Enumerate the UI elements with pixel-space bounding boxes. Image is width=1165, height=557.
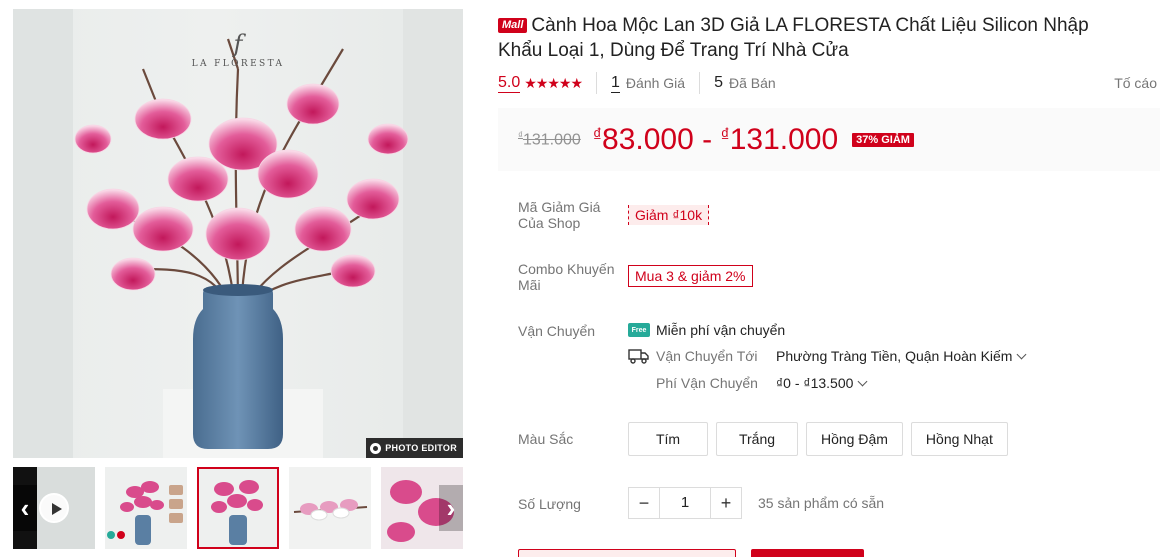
current-price-range: ₫83.000 - ₫131.000 <box>593 123 838 157</box>
thumbnail-image-2[interactable] <box>197 467 279 549</box>
magnolia-vase-photo <box>13 9 463 458</box>
color-option-tim[interactable]: Tím <box>628 422 708 456</box>
mall-badge: Mall <box>498 18 528 33</box>
ship-to-line: Vận Chuyển Tới Phường Tràng Tiền, Quận H… <box>628 348 1027 364</box>
thumbnail-image-1[interactable] <box>105 467 187 549</box>
rating-stars-icon: ★★★★★ <box>524 74 583 91</box>
ship-to-address: Phường Tràng Tiền, Quận Hoàn Kiếm <box>776 348 1013 364</box>
color-label: Màu Sắc <box>518 431 574 447</box>
color-option-hong-nhat[interactable]: Hồng Nhạt <box>910 422 1008 456</box>
quantity-decrease-button[interactable]: − <box>628 487 660 519</box>
brand-watermark: f LA FLORESTA <box>13 31 463 69</box>
price-max: 131.000 <box>729 122 839 156</box>
chevron-down-icon <box>857 376 868 387</box>
main-product-image[interactable]: f LA FLORESTA PHOTO EDITOR <box>13 9 463 458</box>
product-stats: 5.0 ★★★★★ 1 Đánh Giá 5 Đã Bán <box>498 72 1158 94</box>
price-separator: - <box>693 122 721 156</box>
camera-icon <box>370 442 382 454</box>
free-shipping-text: Miễn phí vận chuyển <box>656 322 786 338</box>
currency-symbol: ₫ <box>720 124 730 145</box>
discount-badge: 37% GIẢM <box>852 132 914 147</box>
price-box: ₫131.000 ₫83.000 - ₫131.000 37% GIẢM <box>498 108 1160 171</box>
free-shipping-icon: Free <box>628 323 650 337</box>
sold-count: 5 <box>714 74 723 91</box>
brand-logo-name: LA FLORESTA <box>191 59 285 69</box>
quantity-increase-button[interactable]: + <box>710 487 742 519</box>
thumbnail-3-graphic <box>289 467 371 549</box>
original-price-value: 131.000 <box>522 131 581 149</box>
rating-value[interactable]: 5.0 <box>498 74 521 93</box>
add-to-cart-button[interactable] <box>518 549 736 557</box>
thumbnail-2-graphic <box>199 469 277 547</box>
chevron-down-icon <box>1017 349 1027 360</box>
color-option-hong-dam[interactable]: Hồng Đậm <box>806 422 903 456</box>
shop-voucher-chip[interactable]: Giảm ₫10k <box>628 205 710 225</box>
truck-icon <box>628 349 649 364</box>
voucher-label: Mã Giảm Giá Của Shop <box>518 199 601 231</box>
shipping-label: Vận Chuyển <box>518 323 596 339</box>
currency-symbol: ₫ <box>592 124 603 145</box>
quantity-stepper: − 1 + 35 sản phẩm có sẵn <box>628 487 884 519</box>
sold-label: Đã Bán <box>728 75 776 91</box>
brand-logo-letter: f <box>233 30 243 58</box>
play-icon <box>39 493 69 523</box>
reviews-count[interactable]: 1 <box>611 74 620 93</box>
thumbnail-image-3[interactable] <box>289 467 371 549</box>
product-title-text: Cành Hoa Mộc Lan 3D Giả LA FLORESTA Chất… <box>498 15 1089 61</box>
ship-to-label: Vận Chuyển Tới <box>656 348 758 364</box>
stats-divider <box>596 72 598 94</box>
thumbnail-1-graphic <box>105 467 187 549</box>
price-min: 83.000 <box>602 122 694 156</box>
free-shipping-line: Free Miễn phí vận chuyển <box>628 322 785 338</box>
combo-deal-chip[interactable]: Mua 3 & giảm 2% <box>628 265 753 287</box>
reviews-label: Đánh Giá <box>625 75 686 91</box>
quantity-label: Số Lượng <box>518 496 581 512</box>
photo-editor-badge: PHOTO EDITOR <box>366 438 463 458</box>
ship-to-value[interactable]: Phường Tràng Tiền, Quận Hoàn Kiếm <box>776 348 1027 364</box>
stock-available: 35 sản phẩm có sẵn <box>758 495 885 511</box>
thumbnail-next-arrow[interactable]: › <box>439 485 463 531</box>
thumbnail-prev-arrow[interactable]: ‹ <box>13 485 37 531</box>
shipping-fee-value[interactable]: ₫0 - ₫13.500 <box>776 375 868 391</box>
shipping-fee-amount: ₫0 - ₫13.500 <box>776 375 854 391</box>
product-title: Mall Cành Hoa Mộc Lan 3D Giả LA FLORESTA … <box>498 13 1138 63</box>
original-price: ₫131.000 <box>518 130 581 149</box>
thumbnail-strip: ‹ › <box>13 467 463 553</box>
report-link[interactable]: Tố cáo <box>1114 75 1157 91</box>
color-options: Tím Trắng Hồng Đậm Hồng Nhạt <box>628 422 1008 456</box>
stats-divider <box>699 72 701 94</box>
buy-now-button[interactable] <box>751 549 864 557</box>
combo-label: Combo Khuyến Mãi <box>518 261 615 293</box>
shipping-fee-line: Phí Vận Chuyển ₫0 - ₫13.500 <box>656 375 868 391</box>
product-info-panel: Mall Cành Hoa Mộc Lan 3D Giả LA FLORESTA … <box>498 0 1165 557</box>
color-option-trang[interactable]: Trắng <box>716 422 798 456</box>
photo-editor-label: PHOTO EDITOR <box>385 443 457 453</box>
shipping-fee-label: Phí Vận Chuyển <box>656 375 758 391</box>
product-gallery: f LA FLORESTA PHOTO EDITOR ‹ › <box>0 0 478 557</box>
quantity-input[interactable]: 1 <box>660 487 710 519</box>
